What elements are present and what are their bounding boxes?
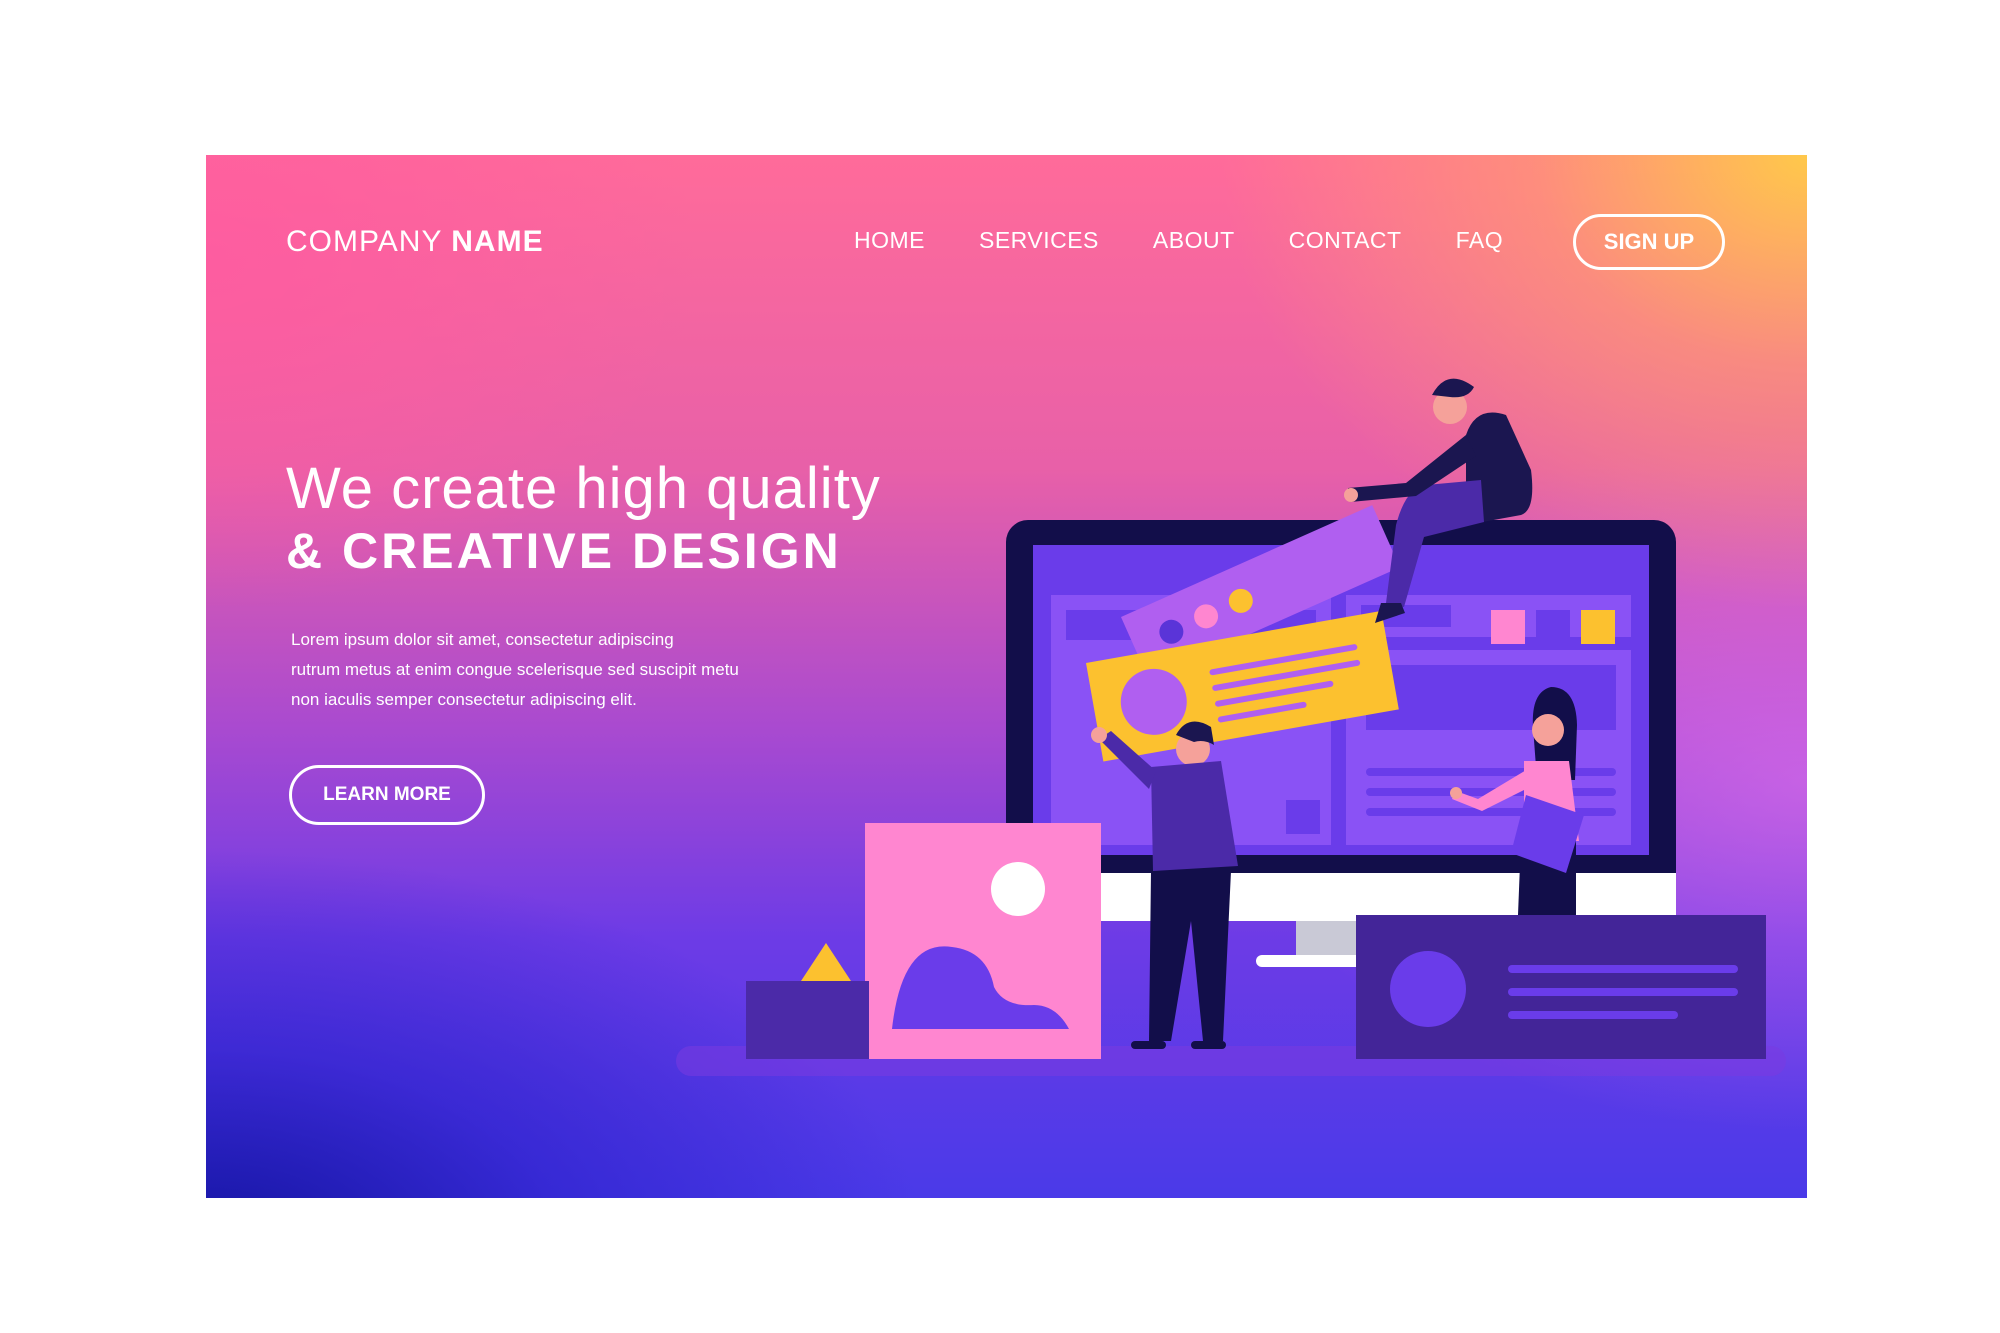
hero-banner: COMPANY NAME HOME SERVICES ABOUT CONTACT… [206, 155, 1807, 1198]
triangle-shape [801, 943, 851, 981]
image-placeholder-card [865, 823, 1101, 1059]
small-box [746, 981, 869, 1059]
dark-info-card [1356, 915, 1766, 1059]
web-design-team-illustration [676, 378, 1786, 1076]
